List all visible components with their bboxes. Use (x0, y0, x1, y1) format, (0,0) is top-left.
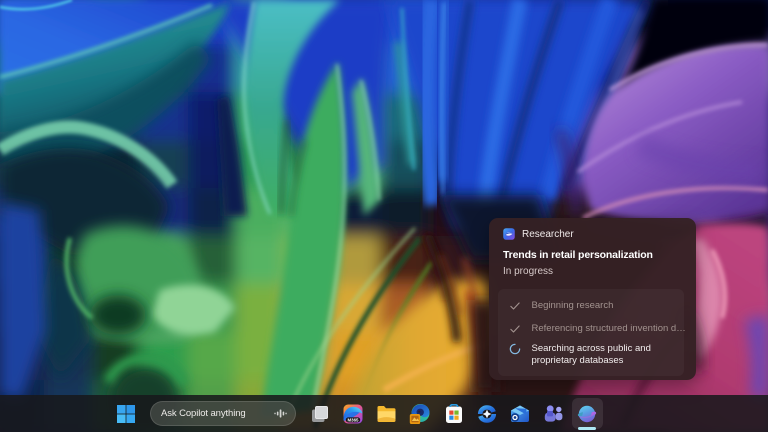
svg-text:M365: M365 (348, 417, 360, 422)
